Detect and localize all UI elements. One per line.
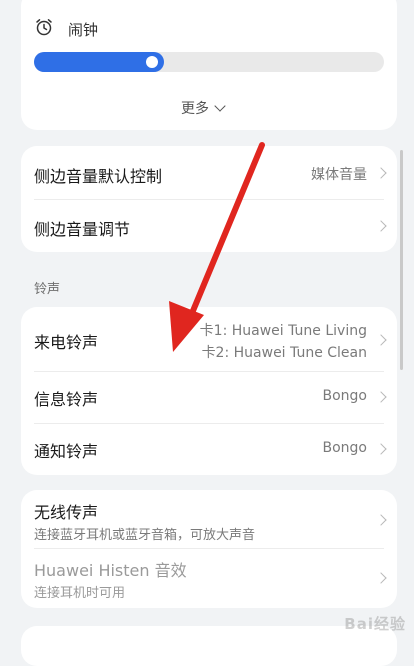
chevron-right-icon — [375, 220, 387, 232]
side-volume-default-value: 媒体音量 — [311, 167, 367, 183]
chevron-right-icon — [375, 334, 387, 346]
side-volume-card: 侧边音量默认控制 媒体音量 侧边音量调节 — [21, 146, 397, 252]
scrollbar[interactable] — [400, 150, 403, 370]
chevron-right-icon — [375, 572, 387, 584]
chevron-right-icon — [375, 514, 387, 526]
alarm-volume-fill — [34, 52, 164, 72]
notification-ringtone-row[interactable]: 通知铃声 Bongo — [21, 423, 397, 475]
sim2-ringtone-value: 卡2: Huawei Tune Clean — [201, 345, 367, 361]
wireless-audio-card: 无线传声 连接蓝牙耳机或蓝牙音箱，可放大声音 Huawei Histen 音效 … — [21, 490, 397, 608]
alarm-volume-thumb[interactable] — [146, 56, 158, 68]
sim1-ringtone-value: 卡1: Huawei Tune Living — [199, 323, 367, 339]
more-button[interactable]: 更多 — [181, 98, 226, 118]
chevron-down-icon — [214, 99, 226, 112]
next-card — [21, 626, 397, 666]
alarm-volume-card: 闹钟 更多 — [21, 0, 397, 130]
histen-effect-title: Huawei Histen 音效 — [34, 561, 187, 580]
chevron-right-icon — [375, 391, 387, 403]
notification-ringtone-title: 通知铃声 — [34, 442, 99, 461]
side-volume-adjust-row[interactable]: 侧边音量调节 — [21, 199, 397, 252]
ringtone-card: 来电铃声 卡1: Huawei Tune Living 卡2: Huawei T… — [21, 307, 397, 475]
message-ringtone-row[interactable]: 信息铃声 Bongo — [21, 371, 397, 423]
wireless-sound-row[interactable]: 无线传声 连接蓝牙耳机或蓝牙音箱，可放大声音 — [21, 490, 397, 548]
alarm-clock-icon — [35, 18, 53, 36]
incoming-call-ringtone-title: 来电铃声 — [34, 333, 99, 352]
side-volume-adjust-title: 侧边音量调节 — [34, 220, 131, 239]
side-volume-default-row[interactable]: 侧边音量默认控制 媒体音量 — [21, 146, 397, 199]
incoming-call-ringtone-row[interactable]: 来电铃声 卡1: Huawei Tune Living 卡2: Huawei T… — [21, 307, 397, 371]
alarm-label: 闹钟 — [68, 21, 99, 39]
message-ringtone-title: 信息铃声 — [34, 390, 99, 409]
message-ringtone-value: Bongo — [322, 388, 368, 404]
notification-ringtone-value: Bongo — [322, 440, 368, 456]
wireless-sound-title: 无线传声 — [34, 503, 99, 522]
wireless-sound-subtitle: 连接蓝牙耳机或蓝牙音箱，可放大声音 — [34, 528, 256, 543]
more-label: 更多 — [181, 101, 209, 117]
chevron-right-icon — [375, 443, 387, 455]
chevron-right-icon — [375, 167, 387, 179]
ringtone-section-header: 铃声 — [34, 282, 61, 297]
alarm-volume-slider[interactable] — [34, 52, 384, 72]
side-volume-default-title: 侧边音量默认控制 — [34, 167, 163, 186]
watermark-logo: Bai经验 — [344, 615, 406, 633]
histen-effect-subtitle: 连接耳机时可用 — [34, 586, 126, 601]
histen-effect-row: Huawei Histen 音效 连接耳机时可用 — [21, 548, 397, 608]
